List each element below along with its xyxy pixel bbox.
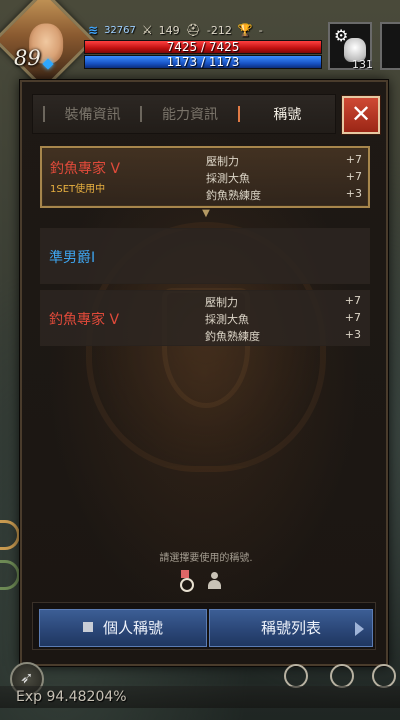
extra-button[interactable] — [380, 22, 400, 70]
stat-value: +7 — [344, 311, 361, 324]
stat-value: +7 — [345, 170, 362, 183]
people-icon[interactable] — [206, 570, 224, 590]
play-icon — [355, 622, 364, 636]
personal-title-label: 個人稱號 — [102, 619, 163, 637]
mana-icon: ≋ — [88, 23, 99, 37]
bottom-button-bar: 個人稱號 稱號列表 — [32, 602, 376, 650]
stat-row: 採測大魚 +7 — [206, 170, 362, 186]
stat-row: 壓制力 +7 — [206, 153, 362, 169]
target-icon[interactable] — [330, 664, 354, 688]
tab-bar: 裝備資訊 能力資訊 稱號 — [32, 94, 336, 134]
personal-title-button[interactable]: 個人稱號 — [39, 609, 207, 647]
helmet-icon: ⛑ — [185, 23, 201, 37]
title-name: 準男爵I — [49, 250, 96, 266]
side-ring-decor — [0, 560, 20, 590]
tab-ability-info[interactable]: 能力資訊 — [142, 95, 237, 133]
medal-icon[interactable] — [178, 570, 194, 592]
stat-value: +7 — [345, 153, 362, 166]
mana-points: 32767 — [104, 24, 136, 36]
arrow-icon: ➶ — [20, 668, 34, 687]
stat-row: 釣魚熟練度 +3 — [205, 328, 361, 344]
footprints-icon[interactable] — [284, 664, 308, 688]
stat-value: +3 — [345, 187, 362, 200]
title-name: 釣魚專家 V — [49, 312, 120, 328]
bag-count: 131 — [352, 58, 373, 71]
hud-stats: ≋ 32767 ⚔ 149 ⛑ -212 🏆 - — [88, 22, 263, 38]
title-list-label: 稱號列表 — [260, 619, 321, 637]
trophy-value: - — [258, 23, 263, 37]
menu-icon[interactable] — [372, 664, 396, 688]
title-list-button[interactable]: 稱號列表 — [209, 609, 373, 647]
defense-value: -212 — [206, 23, 232, 37]
close-button[interactable]: ✕ — [342, 96, 380, 134]
stat-label: 釣魚熟練度 — [206, 189, 261, 202]
exp-bar: Exp 94.48204% — [0, 686, 400, 708]
hp-bar: 7425 / 7425 — [84, 40, 322, 54]
stat-value: +3 — [344, 328, 361, 341]
stat-value: +7 — [344, 294, 361, 307]
stat-label: 壓制力 — [205, 296, 238, 309]
stat-row: 壓制力 +7 — [205, 294, 361, 310]
stat-row: 採測大魚 +7 — [205, 311, 361, 327]
square-icon — [82, 622, 93, 632]
stat-row: 釣魚熟練度 +3 — [206, 187, 362, 203]
mp-bar: 1173 / 1173 — [84, 55, 322, 69]
stat-label: 採測大魚 — [206, 172, 250, 185]
attack-value: 149 — [158, 23, 180, 37]
title-status: 1SET使用中 — [50, 184, 106, 195]
title-card[interactable]: 釣魚專家 V 壓制力 +7 採測大魚 +7 釣魚熟練度 +3 — [40, 290, 370, 346]
stat-label: 壓制力 — [206, 155, 239, 168]
title-name: 釣魚專家 V — [50, 161, 121, 177]
stat-label: 釣魚熟練度 — [205, 330, 260, 343]
hint-text: 請選擇要使用的稱號. — [159, 553, 253, 564]
trophy-icon: 🏆 — [237, 23, 253, 37]
title-panel: 裝備資訊 能力資訊 稱號 ✕ 釣魚專家 V 1SET使用中 壓制力 +7 採測大… — [20, 80, 388, 666]
exp-text: Exp 94.48204% — [16, 689, 127, 705]
tab-titles[interactable]: 稱號 — [240, 95, 335, 133]
stat-label: 採測大魚 — [205, 313, 249, 326]
tab-equipment-info[interactable]: 裝備資訊 — [45, 95, 140, 133]
side-ring-decor — [0, 520, 20, 550]
title-card[interactable]: 準男爵I — [40, 228, 370, 284]
sword-icon: ⚔ — [141, 23, 153, 37]
filter-icons — [178, 570, 224, 592]
title-card-selected[interactable]: 釣魚專家 V 1SET使用中 壓制力 +7 採測大魚 +7 釣魚熟練度 +3 — [40, 146, 370, 208]
chevron-down-icon: ▼ — [202, 208, 210, 219]
